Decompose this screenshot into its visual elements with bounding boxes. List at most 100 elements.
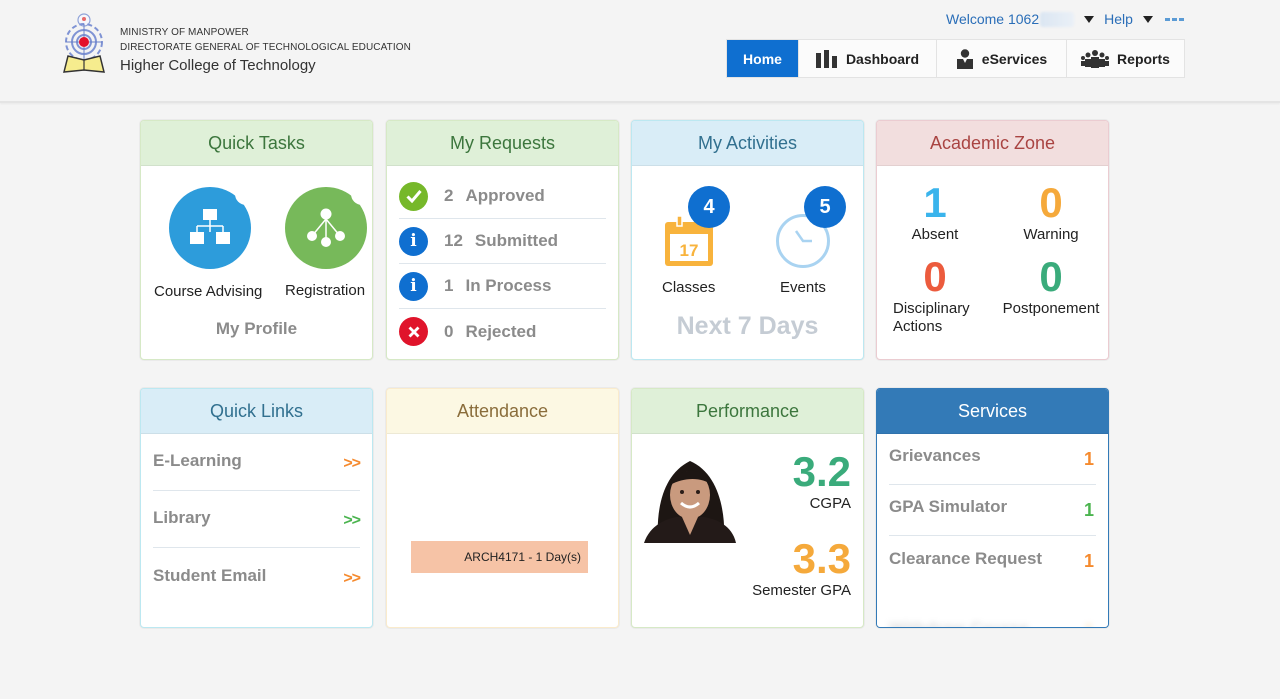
card-title: Services: [877, 389, 1108, 434]
link-student-email[interactable]: Student Email >>: [153, 548, 361, 605]
stat-value: 0: [1039, 253, 1063, 300]
bar-chart-icon: [815, 49, 837, 68]
my-requests-card: My Requests 2 Approved i 12 Submitted i …: [386, 120, 619, 360]
warning-stat[interactable]: 0 Warning: [993, 179, 1108, 244]
semester-gpa-label: Semester GPA: [752, 582, 851, 599]
my-profile-link[interactable]: My Profile: [141, 319, 372, 339]
cgpa-stat: 3.2 CGPA: [793, 449, 851, 513]
stat-label: Warning: [1023, 226, 1079, 243]
services-card: Services Grievances 1 GPA Simulator 1 Cl…: [876, 388, 1109, 628]
card-title: Performance: [632, 389, 863, 434]
stat-label: Postponement: [1002, 300, 1100, 317]
events-label[interactable]: Events: [780, 279, 826, 296]
stat-value: 0: [1039, 179, 1063, 226]
caret-down-icon: [1084, 15, 1095, 23]
ministry-name: MINISTRY OF MANPOWER: [120, 27, 249, 38]
help-menu[interactable]: Help: [1104, 11, 1153, 27]
stat-label: Disciplinary Actions: [893, 300, 970, 335]
registration-button[interactable]: [285, 183, 372, 269]
user-bar: Welcome 1062 Help: [946, 11, 1184, 27]
request-label: Rejected: [465, 321, 537, 341]
stat-value: 0: [923, 253, 947, 300]
request-approved[interactable]: 2 Approved: [399, 174, 606, 219]
course-advising-label[interactable]: Course Advising: [154, 283, 262, 300]
request-count: 0: [444, 321, 454, 341]
welcome-label: Welcome 1062: [946, 11, 1040, 27]
my-activities-card: My Activities 17 4 5 Classes Events Next…: [631, 120, 864, 360]
link-label: E-Learning: [153, 451, 242, 470]
tab-reports-label: Reports: [1117, 50, 1170, 67]
request-submitted[interactable]: i 12 Submitted: [399, 219, 606, 264]
service-label: Clearance Request: [889, 548, 1043, 568]
service-label: Grievances: [889, 446, 981, 465]
disciplinary-actions-stat[interactable]: 0 Disciplinary Actions: [877, 254, 993, 336]
double-chevron-right-icon: >>: [343, 455, 361, 472]
link-e-learning[interactable]: E-Learning >>: [153, 434, 361, 491]
tab-dashboard[interactable]: Dashboard: [799, 40, 937, 77]
semester-gpa-stat: 3.3 Semester GPA: [752, 536, 851, 600]
services-list[interactable]: Grievances 1 GPA Simulator 1 Clearance R…: [877, 434, 1108, 628]
academic-zone-body: 1 Absent 0 Warning 0 Disciplinary Action…: [877, 166, 1108, 359]
service-withdraw-course[interactable]: Withdraw Course 1: [889, 587, 1096, 628]
events-count-badge: 5: [804, 186, 846, 228]
card-title: Quick Tasks: [141, 121, 372, 166]
next-7-days-label: Next 7 Days: [676, 312, 819, 340]
course-advising-button[interactable]: [169, 183, 257, 269]
service-count: 1: [1083, 448, 1094, 469]
card-title: My Activities: [632, 121, 863, 166]
request-count: 12: [444, 231, 463, 250]
quick-tasks-card: Quick Tasks Course Advising Registration: [140, 120, 373, 360]
request-count: 1: [444, 276, 454, 295]
info-circle-icon: i: [399, 226, 428, 256]
cgpa-value: 3.2: [792, 448, 851, 495]
quick-links-list: E-Learning >> Library >> Student Email >…: [141, 434, 372, 605]
college-logo: [58, 10, 110, 76]
service-clearance-request[interactable]: Clearance Request 1: [889, 536, 1096, 587]
performance-card: Performance 3.2 CGPA 3.3 Semester GPA: [631, 388, 864, 628]
request-list: 2 Approved i 12 Submitted i 1 In Process…: [387, 166, 618, 354]
more-menu-icon[interactable]: [1164, 17, 1184, 21]
classes-label[interactable]: Classes: [662, 279, 715, 296]
link-label: Library: [153, 508, 211, 527]
stat-label: Absent: [911, 226, 959, 243]
user-menu[interactable]: Welcome 1062: [946, 11, 1104, 27]
tab-home[interactable]: Home: [727, 40, 799, 77]
student-photo: [644, 455, 736, 543]
cgpa-label: CGPA: [809, 495, 851, 512]
service-label: Withdraw Course: [889, 618, 1029, 628]
card-title: Academic Zone: [877, 121, 1108, 166]
sitemap-icon: [190, 209, 230, 244]
tab-reports[interactable]: Reports: [1067, 40, 1184, 77]
service-count: 1: [1083, 499, 1094, 520]
organization-name: MINISTRY OF MANPOWER DIRECTORATE GENERAL…: [120, 25, 411, 76]
request-rejected[interactable]: 0 Rejected: [399, 309, 606, 354]
service-count: 1: [1084, 621, 1094, 627]
user-icon: [956, 48, 973, 69]
calendar-day: 17: [680, 241, 699, 260]
info-circle-icon: i: [399, 271, 428, 301]
directorate-name: DIRECTORATE GENERAL OF TECHNOLOGICAL EDU…: [120, 42, 411, 53]
hierarchy-icon: [307, 208, 345, 247]
request-label: Submitted: [474, 231, 559, 250]
x-circle-icon: [399, 317, 428, 346]
college-name: Higher College of Technology: [120, 57, 316, 74]
request-in-process[interactable]: i 1 In Process: [399, 264, 606, 309]
tab-eservices[interactable]: eServices: [937, 40, 1067, 77]
group-icon: [1081, 49, 1110, 68]
postponement-stat[interactable]: 0 Postponement: [993, 253, 1108, 318]
attendance-card: Attendance ARCH4171 - 1 Day(s): [386, 388, 619, 628]
registration-label[interactable]: Registration: [285, 282, 365, 299]
attendance-entry[interactable]: ARCH4171 - 1 Day(s): [411, 541, 588, 573]
redacted-user-id: [1040, 11, 1075, 27]
absent-stat[interactable]: 1 Absent: [877, 180, 993, 244]
tab-dashboard-label: Dashboard: [845, 50, 920, 67]
service-gpa-simulator[interactable]: GPA Simulator 1: [889, 485, 1096, 536]
service-grievances[interactable]: Grievances 1: [889, 434, 1096, 485]
link-library[interactable]: Library >>: [153, 491, 361, 548]
app-header: MINISTRY OF MANPOWER DIRECTORATE GENERAL…: [0, 0, 1280, 103]
check-circle-icon: [399, 181, 428, 211]
card-title: Quick Links: [141, 389, 372, 434]
double-chevron-right-icon: >>: [343, 512, 361, 529]
double-chevron-right-icon: >>: [343, 569, 361, 587]
academic-zone-card: Academic Zone 1 Absent 0 Warning 0 Disci…: [876, 120, 1109, 360]
